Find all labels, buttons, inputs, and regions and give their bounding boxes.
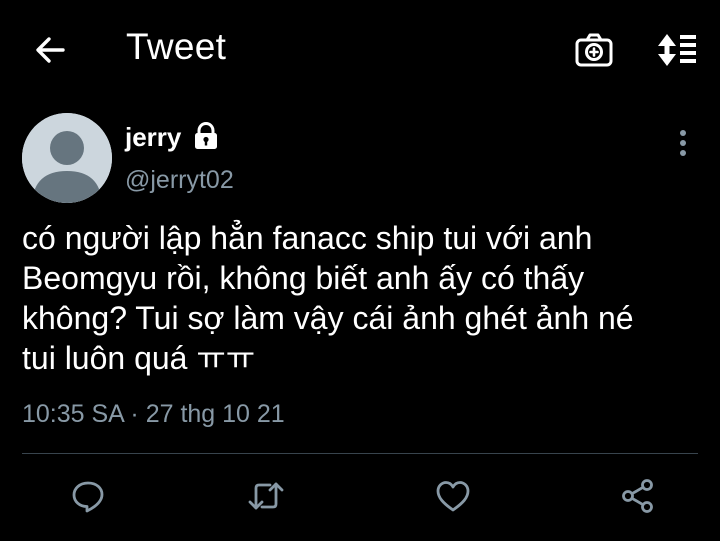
top-app-bar: Tweet bbox=[0, 0, 720, 96]
sort-icon bbox=[658, 34, 696, 66]
retweet-icon bbox=[248, 482, 284, 510]
camera-icon bbox=[575, 33, 613, 67]
user-display-name[interactable]: jerry bbox=[125, 122, 181, 153]
retweet-button[interactable] bbox=[242, 472, 290, 520]
reply-icon bbox=[72, 481, 104, 513]
avatar[interactable] bbox=[22, 113, 112, 203]
like-button[interactable] bbox=[429, 472, 477, 520]
sort-button[interactable] bbox=[650, 28, 702, 72]
user-handle[interactable]: @jerryt02 bbox=[125, 166, 234, 195]
tweet-timestamp[interactable]: 10:35 SA · 27 thg 10 21 bbox=[22, 400, 285, 429]
share-icon bbox=[622, 479, 653, 513]
tweet-text: có người lập hẳn fanacc ship tui với anh… bbox=[22, 220, 634, 376]
divider bbox=[22, 453, 698, 454]
back-button[interactable] bbox=[26, 28, 74, 72]
more-vertical-icon bbox=[680, 130, 686, 156]
reply-button[interactable] bbox=[64, 472, 112, 520]
lock-icon bbox=[195, 122, 217, 149]
camera-button[interactable] bbox=[572, 28, 616, 72]
default-avatar-icon bbox=[22, 113, 112, 203]
heart-icon bbox=[436, 481, 470, 512]
page-title: Tweet bbox=[126, 26, 227, 67]
share-button[interactable] bbox=[614, 472, 662, 520]
arrow-left-icon bbox=[36, 37, 65, 63]
more-options-button[interactable] bbox=[664, 124, 702, 162]
